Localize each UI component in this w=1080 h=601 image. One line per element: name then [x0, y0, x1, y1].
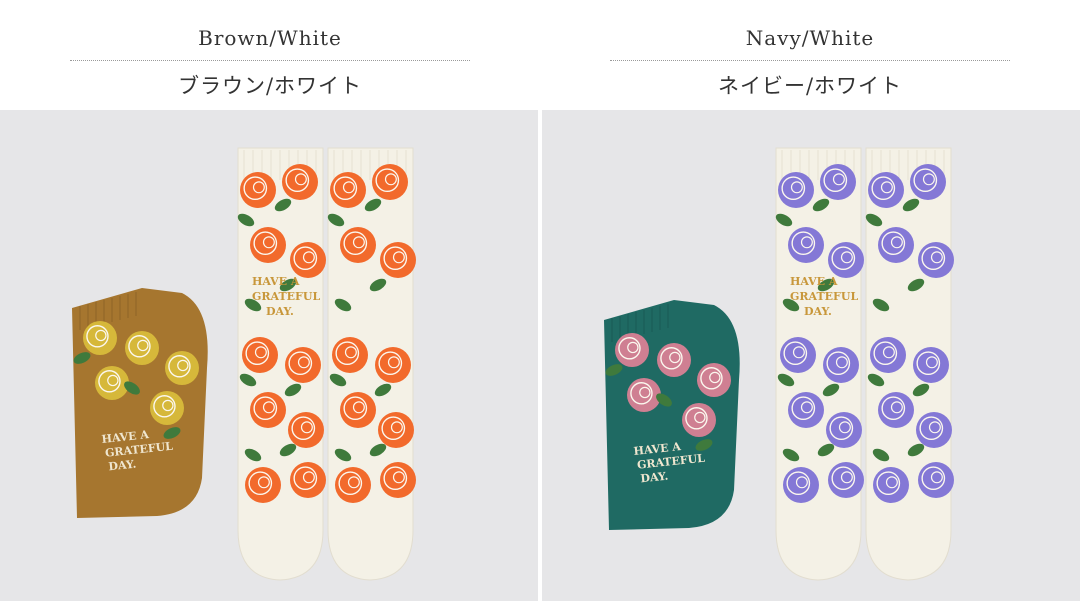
rose-motif: [285, 347, 321, 383]
rose-motif: [916, 412, 952, 448]
long-sock: [865, 147, 954, 581]
folded-sock: HAVE AGRATEFULDAY.: [604, 300, 740, 530]
product-photo-navy-white: HAVE AGRATEFULDAY. HAVE A GRATEFUL DAY.: [542, 110, 1080, 601]
rose-motif: [697, 363, 731, 397]
rose-motif: [788, 227, 824, 263]
rose-motif: [125, 331, 159, 365]
rose-motif: [375, 347, 411, 383]
rose-motif: [290, 242, 326, 278]
rose-motif: [868, 172, 904, 208]
rose-motif: [282, 164, 318, 200]
variant-name-en: Navy/White: [745, 26, 875, 50]
rose-motif: [250, 227, 286, 263]
rose-motif: [165, 351, 199, 385]
rose-motif: [372, 164, 408, 200]
variant-name-ja: ブラウン/ホワイト: [177, 74, 363, 98]
product-photo-brown-white: HAVE AGRATEFULDAY. HAVE A GRATEFUL DAY.: [0, 110, 538, 601]
rose-motif: [95, 366, 129, 400]
variant-name-en: Brown/White: [198, 26, 342, 50]
sock-slogan-line: DAY.: [266, 305, 294, 318]
rose-motif: [627, 378, 661, 412]
folded-sock: HAVE AGRATEFULDAY.: [72, 288, 208, 518]
rose-motif: [826, 412, 862, 448]
rose-motif: [910, 164, 946, 200]
variant-label-right: Navy/White ネイビー/ホワイト: [540, 0, 1080, 110]
sock-slogan-line: GRATEFUL: [790, 290, 858, 303]
rose-motif: [823, 347, 859, 383]
rose-motif: [913, 347, 949, 383]
rose-motif: [340, 392, 376, 428]
long-sock: [237, 147, 326, 581]
rose-motif: [240, 172, 276, 208]
rose-motif: [250, 392, 286, 428]
socks-illustration: HAVE AGRATEFULDAY.HAVE A GRATEFUL DAY.: [0, 110, 538, 601]
rose-motif: [83, 321, 117, 355]
rose-motif: [150, 391, 184, 425]
rose-motif: [878, 392, 914, 428]
rose-motif: [918, 242, 954, 278]
rose-motif: [380, 242, 416, 278]
rose-motif: [918, 462, 954, 498]
sock-slogan-line: DAY.: [804, 305, 832, 318]
long-sock: [775, 147, 864, 581]
sock-slogan-line: HAVE A: [790, 275, 838, 288]
dotted-divider: [610, 60, 1010, 61]
rose-motif: [828, 242, 864, 278]
rose-motif: [873, 467, 909, 503]
rose-motif: [340, 227, 376, 263]
rose-motif: [378, 412, 414, 448]
rose-motif: [870, 337, 906, 373]
rose-motif: [332, 337, 368, 373]
rose-motif: [788, 392, 824, 428]
rose-motif: [828, 462, 864, 498]
rose-motif: [657, 343, 691, 377]
rose-motif: [245, 467, 281, 503]
variant-name-ja: ネイビー/ホワイト: [717, 74, 903, 98]
product-image-panel: Brown/White ブラウン/ホワイト Navy/White ネイビー/ホワ…: [0, 0, 1080, 601]
rose-motif: [615, 333, 649, 367]
rose-motif: [290, 462, 326, 498]
rose-motif: [780, 337, 816, 373]
rose-motif: [682, 403, 716, 437]
rose-motif: [778, 172, 814, 208]
rose-motif: [878, 227, 914, 263]
sock-slogan-line: GRATEFUL: [252, 290, 320, 303]
rose-motif: [820, 164, 856, 200]
dotted-divider: [70, 60, 470, 61]
rose-motif: [288, 412, 324, 448]
rose-motif: [335, 467, 371, 503]
sock-slogan-line: HAVE A: [252, 275, 300, 288]
rose-motif: [380, 462, 416, 498]
rose-motif: [330, 172, 366, 208]
variant-label-left: Brown/White ブラウン/ホワイト: [0, 0, 540, 110]
socks-illustration: HAVE AGRATEFULDAY.HAVE A GRATEFUL DAY.: [542, 110, 1080, 601]
rose-motif: [783, 467, 819, 503]
rose-motif: [242, 337, 278, 373]
long-sock: [327, 147, 416, 581]
